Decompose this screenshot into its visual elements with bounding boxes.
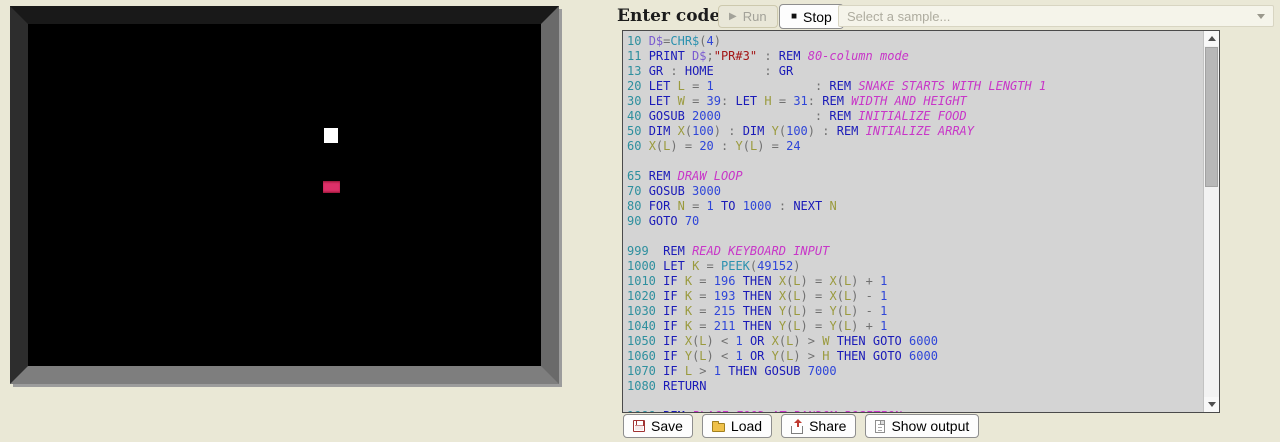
- triangle-up-icon: [1208, 36, 1216, 41]
- code-line: 10 D$=CHR$(4): [627, 34, 1203, 49]
- code-line: 90 GOTO 70: [627, 214, 1203, 229]
- app: Enter code: ▶ Run ■ Stop Select a sample..…: [0, 0, 1280, 442]
- emulator-monitor: [10, 6, 559, 384]
- document-icon: [875, 420, 885, 433]
- chevron-down-icon: [1257, 14, 1265, 19]
- code-line: 13 GR : HOME : GR: [627, 64, 1203, 79]
- code-line: 65 REM DRAW LOOP: [627, 169, 1203, 184]
- stop-button-label: Stop: [803, 9, 832, 25]
- code-line: 20 LET L = 1 : REM SNAKE STARTS WITH LEN…: [627, 79, 1203, 94]
- sprite-snake-segment: [324, 128, 338, 143]
- play-icon: ▶: [729, 11, 737, 22]
- code-line: 70 GOSUB 3000: [627, 184, 1203, 199]
- code-line: 1999 REM PLACE FOOD AT RANDOM POSITION: [627, 409, 1203, 412]
- sample-select[interactable]: Select a sample...: [838, 5, 1274, 27]
- code-line: 1040 IF K = 211 THEN Y(L) = Y(L) + 1: [627, 319, 1203, 334]
- code-line: 1010 IF K = 196 THEN X(L) = X(L) + 1: [627, 274, 1203, 289]
- share-button-label: Share: [809, 418, 846, 434]
- sprite-food: [323, 181, 340, 193]
- code-line: [627, 229, 1203, 244]
- run-button[interactable]: ▶ Run: [718, 5, 778, 28]
- run-button-label: Run: [743, 9, 767, 24]
- floppy-icon: [633, 420, 645, 432]
- save-button-label: Save: [651, 418, 683, 434]
- sample-select-value: Select a sample...: [847, 9, 1251, 24]
- share-button[interactable]: Share: [781, 414, 856, 438]
- code-line: 1000 LET K = PEEK(49152): [627, 259, 1203, 274]
- code-text[interactable]: 10 D$=CHR$(4)11 PRINT D$;"PR#3" : REM 80…: [623, 31, 1203, 412]
- scrollbar[interactable]: [1203, 31, 1219, 412]
- code-line: 1020 IF K = 193 THEN X(L) = X(L) - 1: [627, 289, 1203, 304]
- load-button[interactable]: Load: [702, 414, 772, 438]
- code-line: 1060 IF Y(L) < 1 OR Y(L) > H THEN GOTO 6…: [627, 349, 1203, 364]
- stop-icon: ■: [791, 11, 797, 22]
- code-line: 11 PRINT D$;"PR#3" : REM 80-column mode: [627, 49, 1203, 64]
- code-editor: 10 D$=CHR$(4)11 PRINT D$;"PR#3" : REM 80…: [622, 30, 1220, 413]
- code-line: 30 LET W = 39: LET H = 31: REM WIDTH AND…: [627, 94, 1203, 109]
- stop-button[interactable]: ■ Stop: [779, 4, 844, 29]
- code-line: 80 FOR N = 1 TO 1000 : NEXT N: [627, 199, 1203, 214]
- actions-bar: Save Load Share Show output: [623, 414, 979, 438]
- code-line: 1030 IF K = 215 THEN Y(L) = Y(L) - 1: [627, 304, 1203, 319]
- show-output-button-label: Show output: [891, 418, 969, 434]
- scrollbar-thumb[interactable]: [1205, 47, 1218, 187]
- show-output-button[interactable]: Show output: [865, 414, 979, 438]
- code-line: [627, 154, 1203, 169]
- scroll-down-button[interactable]: [1204, 397, 1219, 412]
- scroll-up-button[interactable]: [1204, 31, 1219, 46]
- emulator-screen[interactable]: [28, 24, 541, 366]
- code-line: 1080 RETURN: [627, 379, 1203, 394]
- enter-code-label: Enter code:: [617, 6, 727, 26]
- share-icon: [791, 426, 803, 434]
- code-line: 50 DIM X(100) : DIM Y(100) : REM INTIALI…: [627, 124, 1203, 139]
- save-button[interactable]: Save: [623, 414, 693, 438]
- code-line: [627, 394, 1203, 409]
- code-line: 40 GOSUB 2000 : REM INITIALIZE FOOD: [627, 109, 1203, 124]
- code-line: 999 REM READ KEYBOARD INPUT: [627, 244, 1203, 259]
- folder-icon: [712, 423, 725, 432]
- code-line: 60 X(L) = 20 : Y(L) = 24: [627, 139, 1203, 154]
- code-line: 1050 IF X(L) < 1 OR X(L) > W THEN GOTO 6…: [627, 334, 1203, 349]
- triangle-down-icon: [1208, 402, 1216, 407]
- code-line: 1070 IF L > 1 THEN GOSUB 7000: [627, 364, 1203, 379]
- load-button-label: Load: [731, 418, 762, 434]
